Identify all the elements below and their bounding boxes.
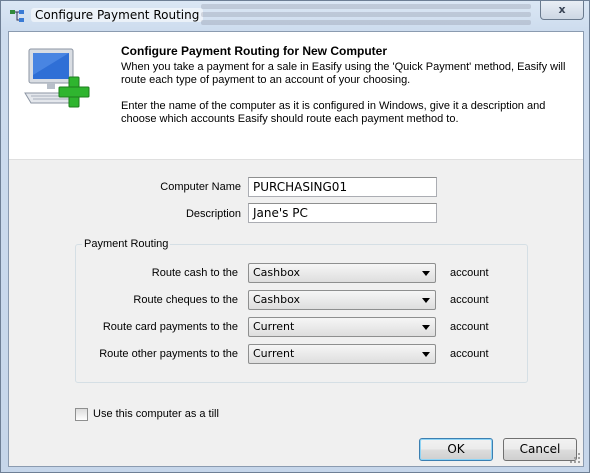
- route-card-suffix: account: [450, 321, 489, 333]
- route-other-suffix: account: [450, 348, 489, 360]
- route-cash-value: Cashbox: [253, 266, 301, 279]
- ok-button[interactable]: OK: [419, 438, 493, 461]
- chevron-down-icon: [422, 325, 430, 330]
- route-card-value: Current: [253, 320, 295, 333]
- resize-grip-icon[interactable]: [569, 452, 581, 464]
- close-button[interactable]: x: [540, 1, 584, 20]
- route-cash-select[interactable]: Cashbox: [248, 263, 436, 283]
- routing-app-icon: [10, 10, 24, 22]
- chevron-down-icon: [422, 271, 430, 276]
- computer-name-label: Computer Name: [160, 181, 241, 193]
- route-other-value: Current: [253, 347, 295, 360]
- chevron-down-icon: [422, 352, 430, 357]
- description-input[interactable]: Jane's PC: [248, 203, 437, 223]
- description-label: Description: [185, 208, 241, 220]
- close-icon: x: [558, 3, 566, 16]
- window-title: Configure Payment Routing: [31, 8, 204, 22]
- route-cheques-value: Cashbox: [253, 293, 301, 306]
- route-cash-label: Route cash to the: [151, 267, 238, 279]
- computer-add-icon: [24, 48, 90, 108]
- route-cash-suffix: account: [450, 267, 489, 279]
- route-cheques-suffix: account: [450, 294, 489, 306]
- route-other-select[interactable]: Current: [248, 344, 436, 364]
- computer-name-input[interactable]: PURCHASING01: [248, 177, 437, 197]
- till-checkbox[interactable]: [75, 408, 88, 421]
- background-blur: [201, 4, 531, 25]
- title-bar[interactable]: Configure Payment Routing x: [1, 1, 589, 31]
- header-description-2: Enter the name of the computer as it is …: [121, 100, 546, 125]
- chevron-down-icon: [422, 298, 430, 303]
- header-description-1: When you take a payment for a sale in Ea…: [121, 61, 566, 86]
- header-title: Configure Payment Routing for New Comput…: [121, 44, 388, 58]
- dialog-client: Configure Payment Routing for New Comput…: [8, 31, 584, 467]
- route-cheques-select[interactable]: Cashbox: [248, 290, 436, 310]
- route-card-select[interactable]: Current: [248, 317, 436, 337]
- till-checkbox-label[interactable]: Use this computer as a till: [93, 408, 219, 420]
- cancel-button[interactable]: Cancel: [503, 438, 577, 461]
- route-other-label: Route other payments to the: [99, 348, 238, 360]
- header-panel: Configure Payment Routing for New Comput…: [9, 32, 583, 160]
- route-cheques-label: Route cheques to the: [133, 294, 238, 306]
- dialog-window: Configure Payment Routing x Configure Pa…: [0, 0, 590, 473]
- payment-routing-group-label: Payment Routing: [82, 238, 171, 250]
- route-card-label: Route card payments to the: [102, 321, 238, 333]
